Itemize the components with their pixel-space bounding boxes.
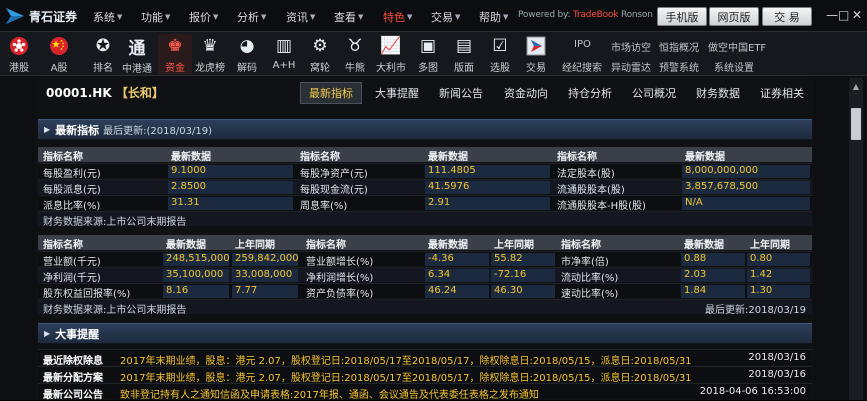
scrollbar-thumb[interactable] — [851, 108, 861, 140]
tong-icon: 通 — [128, 38, 146, 59]
toolbar-bull-bear[interactable]: ♉ 牛熊 — [338, 34, 372, 75]
table-row: 每股盈利(元) 9.1000 每股净资产(元) 111.4805 法定股本(股)… — [38, 163, 812, 180]
web-version-button[interactable]: 网页版 — [709, 7, 759, 26]
menu-function[interactable]: 功能 ▼ — [141, 9, 170, 25]
multi-chart-icon: ▣ — [419, 35, 437, 56]
grid-market-short[interactable]: 市场访空 — [611, 39, 651, 54]
list-item[interactable]: 最近除权除息 2017年末期业绩，股息：港元 2.07，股权登记日:2018/0… — [38, 349, 812, 367]
toolbar-hk-connect[interactable]: 通 中港通 — [120, 34, 154, 76]
minimize-icon[interactable]: — — [826, 8, 838, 22]
menu-help[interactable]: 帮助 ▼ — [479, 9, 508, 25]
menu-system[interactable]: 系统 ▼ — [93, 9, 122, 25]
toolbar-big-market[interactable]: 📈 大利市 — [374, 34, 408, 75]
chevron-down-icon: ▼ — [213, 13, 219, 21]
latest-section-header: ▶ 最新指标 最后更新:(2018/03/19) — [38, 119, 812, 140]
menu-bar: 青石证券 系统 ▼ 功能 ▼ 报价 ▼ 分析 ▼ 资讯 ▼ 查看 ▼ 特色 ▼ 交易 ▼ 帮助 ▼… — [0, 0, 867, 32]
chevron-down-icon: ▼ — [310, 13, 316, 21]
app-logo[interactable]: 青石证券 — [4, 5, 77, 27]
scrollbar[interactable]: ▲ — [849, 78, 863, 400]
stock-header: 00001.HK 【长和】 最新指标 大事提醒 新闻公告 资金动向 持仓分析 公… — [36, 80, 813, 104]
trade-icon — [525, 35, 547, 56]
events-section-header: ▶ 大事提醒 — [38, 323, 812, 344]
tab-capital-flow[interactable]: 资金动向 — [495, 82, 557, 104]
toolbar-decode[interactable]: ◕ 解码 — [230, 34, 264, 75]
trophy-icon: ♛ — [202, 35, 218, 56]
stock-name: 长和 — [127, 86, 152, 100]
chevron-down-icon: ▼ — [117, 13, 123, 21]
toolbar-a-share[interactable]: A股 — [42, 34, 76, 74]
latest-source-row: 财务数据来源:上市公司末期报告 — [38, 211, 812, 228]
menu-news[interactable]: 资讯 ▼ — [286, 9, 315, 25]
gear-icon: ⚙ — [312, 35, 328, 56]
chart-circle-icon: ◕ — [239, 35, 255, 56]
menu-trade[interactable]: 交易 ▼ — [431, 9, 460, 25]
toolbar-layout[interactable]: ▤ 版面 — [447, 34, 481, 75]
toolbar-warrant[interactable]: ⚙ 窝轮 — [303, 34, 337, 75]
grid-radar[interactable]: 异动雷达 — [611, 59, 651, 74]
toolbar-hk-stock[interactable]: 港股 — [2, 34, 36, 74]
bull-icon: ♉ — [347, 35, 363, 56]
maximize-icon[interactable]: □ — [838, 8, 849, 22]
grid-broker-search[interactable]: 经纪搜索 — [562, 59, 602, 74]
trade-button[interactable]: 交 易 — [762, 7, 812, 26]
latest-header-row: 指标名称 最新数据 指标名称 最新数据 指标名称 最新数据 — [38, 147, 812, 163]
money-bag-icon: ♚ — [167, 35, 183, 56]
tab-major-events[interactable]: 大事提醒 — [366, 82, 428, 104]
tab-financials[interactable]: 财务数据 — [687, 82, 749, 104]
list-item[interactable]: 最新分配方案 2017年末期业绩，股息：港元 2.07，股权登记日:2018/0… — [38, 366, 812, 384]
app-name: 青石证券 — [29, 9, 78, 24]
menu-quote[interactable]: 报价 ▼ — [189, 9, 218, 25]
tab-latest-indicators[interactable]: 最新指标 — [300, 82, 362, 104]
toolbar-a-plus-h[interactable]: ▥ A+H — [267, 34, 301, 74]
triangle-right-icon: ▶ — [44, 125, 51, 134]
select-stock-icon: ☑ — [492, 35, 508, 56]
welcome-text: Powered by: TradeBook Ronson — [518, 10, 653, 20]
bars-icon: ▥ — [275, 36, 293, 56]
toolbar-stock-picker[interactable]: ☑ 选股 — [483, 34, 517, 75]
toolbar-dragon-tiger[interactable]: ♛ 龙虎榜 — [193, 34, 227, 75]
grid-alert-system[interactable]: 预警系统 — [659, 59, 699, 74]
close-icon[interactable]: ✕ — [852, 8, 862, 22]
layout-icon: ▤ — [455, 35, 473, 56]
grid-short-china-etf[interactable]: 做空中国ETF — [708, 39, 766, 54]
chevron-down-icon: ▼ — [407, 13, 413, 21]
menu-view[interactable]: 查看 ▼ — [334, 9, 363, 25]
cn-flag-icon — [48, 35, 70, 56]
tab-company-profile[interactable]: 公司概况 — [623, 82, 685, 104]
hk-flag-icon — [8, 35, 30, 56]
table-row: 营业额(千元) 248,515,000 259,842,000 营业额增长(%)… — [38, 251, 812, 268]
logo-icon — [6, 8, 24, 24]
toolbar: 港股 A股 ✪ 排名 通 中港通 ♚ 资金 ♛ 龙虎榜 ◕ 解码 ▥ A+H ⚙… — [0, 32, 867, 76]
toolbar-ranking[interactable]: ✪ 排名 — [86, 34, 120, 75]
chevron-down-icon: ▼ — [503, 13, 509, 21]
chevron-down-icon: ▼ — [165, 13, 171, 21]
tab-securities[interactable]: 证券相关 — [751, 82, 813, 104]
line-chart-icon: 📈 — [380, 35, 402, 56]
grid-hsi-overview[interactable]: 恒指概况 — [659, 39, 699, 54]
chevron-down-icon: ▼ — [358, 13, 364, 21]
grid-system-settings[interactable]: 系统设置 — [714, 59, 754, 74]
menu-analysis[interactable]: 分析 ▼ — [237, 9, 266, 25]
toolbar-capital[interactable]: ♚ 资金 — [158, 34, 192, 74]
chevron-down-icon: ▼ — [261, 13, 267, 21]
toolbar-multi-chart[interactable]: ▣ 多图 — [411, 34, 445, 75]
tab-holdings[interactable]: 持仓分析 — [559, 82, 621, 104]
menu-feature[interactable]: 特色 ▼ — [383, 9, 412, 25]
table-row: 净利润(千元) 35,100,000 33,008,000 净利润增长(%) 6… — [38, 267, 812, 284]
triangle-right-icon: ▶ — [44, 329, 51, 338]
table-row: 每股派息(元) 2.8500 每股现金流(元) 41.5976 流通股股本(股)… — [38, 179, 812, 196]
list-item[interactable]: 最新公司公告 致非登记持有人之通知信函及申请表格:2017年报、通函、会议通告及… — [38, 383, 812, 401]
growth-header-row: 指标名称 最新数据 上年同期 指标名称 最新数据 上年同期 指标名称 最新数据 … — [38, 235, 812, 251]
chevron-down-icon: ▼ — [455, 13, 461, 21]
tab-news[interactable]: 新闻公告 — [430, 82, 492, 104]
medal-icon: ✪ — [95, 35, 111, 56]
growth-source-row: 财务数据来源:上市公司末期报告 最后更新:2018/03/19 — [38, 299, 812, 316]
toolbar-trade[interactable]: 交易 — [519, 34, 553, 74]
scroll-up-icon[interactable]: ▲ — [851, 82, 861, 94]
stock-title: 00001.HK 【长和】 — [46, 86, 164, 100]
table-row: 股东权益回报率(%) 8.16 7.77 资产负债率(%) 46.24 46.3… — [38, 283, 812, 300]
mobile-version-button[interactable]: 手机版 — [657, 7, 707, 26]
grid-ipo[interactable]: IPO — [574, 39, 591, 50]
table-row: 派息比率(%) 31.31 周息率(%) 2.91 流通股股本-H股(股) N/… — [38, 195, 812, 212]
